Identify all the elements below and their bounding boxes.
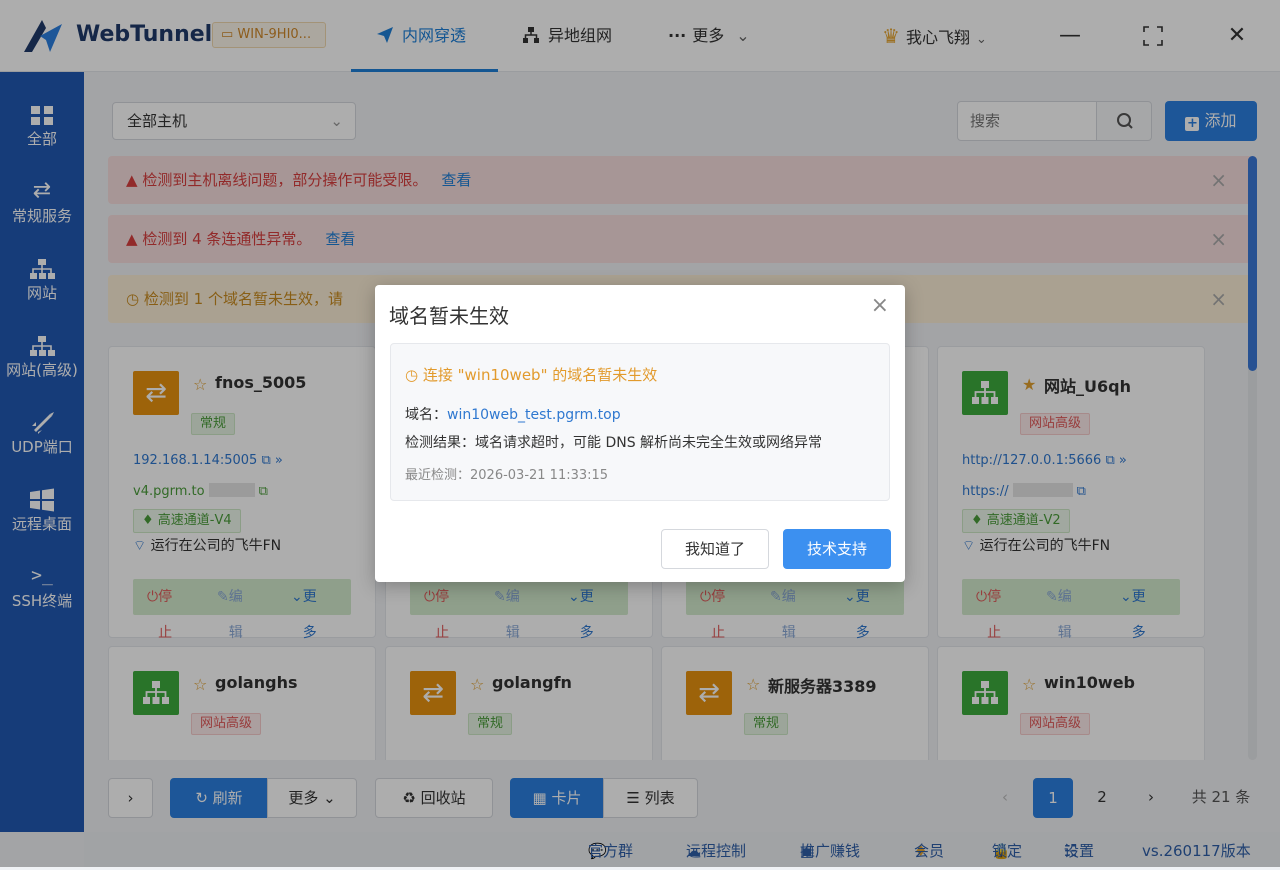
dialog-title: 域名暂未生效 bbox=[389, 304, 509, 328]
acknowledge-button[interactable]: 我知道了 bbox=[661, 529, 769, 569]
dialog-result: 检测结果：域名请求超时，可能 DNS 解析尚未完全生效或网络异常 bbox=[405, 435, 823, 451]
dialog-detail-box: ◷ 连接 "win10web" 的域名暂未生效 域名：win10web_test… bbox=[390, 343, 890, 501]
domain-status-dialog: 域名暂未生效 × ◷ 连接 "win10web" 的域名暂未生效 域名：win1… bbox=[375, 285, 905, 582]
dialog-domain-row: 域名：win10web_test.pgrm.top bbox=[405, 407, 621, 423]
tech-support-button[interactable]: 技术支持 bbox=[783, 529, 891, 569]
dialog-last-checked: 最近检测：2026-03-21 11:33:15 bbox=[405, 468, 609, 483]
close-icon[interactable]: × bbox=[871, 293, 889, 318]
dialog-warning: ◷ 连接 "win10web" 的域名暂未生效 bbox=[405, 366, 658, 384]
dialog-domain-link[interactable]: win10web_test.pgrm.top bbox=[447, 407, 621, 423]
clock-icon: ◷ bbox=[405, 366, 423, 384]
